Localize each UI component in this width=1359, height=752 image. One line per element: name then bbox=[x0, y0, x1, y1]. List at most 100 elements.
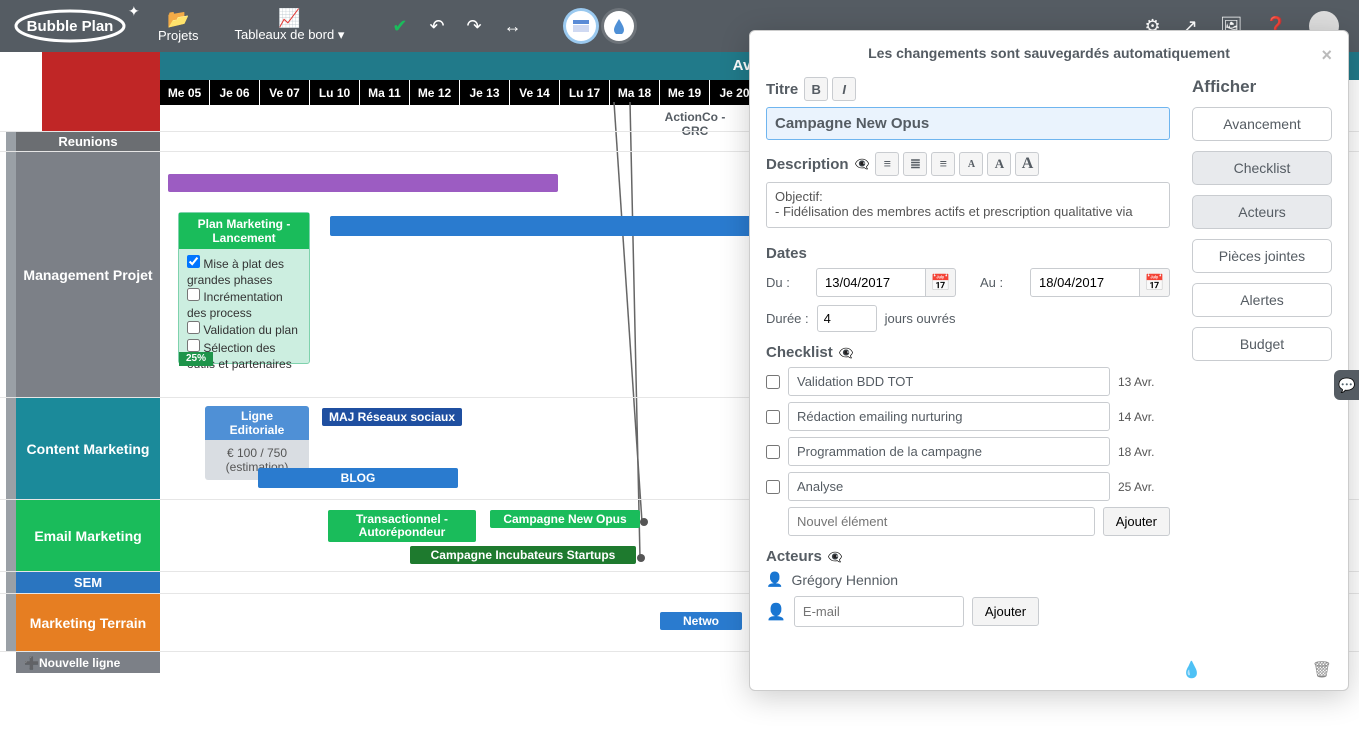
trash-icon[interactable]: 🗑 bbox=[1312, 660, 1332, 680]
checklist-checkbox[interactable] bbox=[766, 375, 780, 389]
day-cell[interactable]: Ma 11 bbox=[360, 80, 410, 105]
row-header-mgmt[interactable]: Management Projet bbox=[16, 152, 160, 397]
new-checklist-input[interactable] bbox=[788, 507, 1095, 536]
bar-incubateurs[interactable]: Campagne Incubateurs Startups bbox=[410, 546, 636, 564]
align-center-button[interactable]: ≣ bbox=[903, 152, 927, 176]
logo[interactable]: Bubble Plan ✦ bbox=[10, 6, 140, 46]
checklist-text[interactable]: Analyse bbox=[788, 472, 1110, 501]
day-cell[interactable]: Je 06 bbox=[210, 80, 260, 105]
bold-button[interactable]: B bbox=[804, 77, 828, 101]
row-handle[interactable] bbox=[6, 152, 16, 397]
fit-icon[interactable]: ↔ bbox=[504, 16, 522, 37]
side-btn-checklist[interactable]: Checklist bbox=[1192, 151, 1332, 185]
plan-item-1: Mise à plat des grandes phases bbox=[187, 257, 284, 287]
checklist-checkbox[interactable] bbox=[766, 480, 780, 494]
align-right-button[interactable]: ≡ bbox=[931, 152, 955, 176]
row-handle[interactable] bbox=[6, 594, 16, 651]
row-header-terrain[interactable]: Marketing Terrain bbox=[16, 594, 160, 651]
card-plan-marketing[interactable]: Plan Marketing -Lancement Mise à plat de… bbox=[178, 212, 310, 364]
side-btn-alertes[interactable]: Alertes bbox=[1192, 283, 1332, 317]
user-icon: 👤 bbox=[766, 602, 786, 622]
day-cell[interactable]: Lu 10 bbox=[310, 80, 360, 105]
date-to-input[interactable] bbox=[1030, 268, 1140, 297]
view-mode-drop[interactable] bbox=[604, 11, 634, 41]
description-textarea[interactable]: Objectif: - Fidélisation des membres act… bbox=[766, 182, 1170, 228]
side-btn-avancement[interactable]: Avancement bbox=[1192, 107, 1332, 141]
bar-blog[interactable]: BLOG bbox=[258, 468, 458, 488]
nav-projects[interactable]: 📂 Projets bbox=[140, 10, 216, 43]
nav-dashboards[interactable]: 📈 Tableaux de bord ▾ bbox=[216, 9, 362, 43]
side-title: Afficher bbox=[1192, 77, 1332, 97]
checklist-text[interactable]: Programmation de la campagne bbox=[788, 437, 1110, 466]
chart-icon: 📈 bbox=[278, 9, 300, 27]
align-left-button[interactable]: ≡ bbox=[875, 152, 899, 176]
redo-icon[interactable]: ↷ bbox=[467, 16, 482, 37]
calendar-icon[interactable]: 📅 bbox=[926, 268, 956, 297]
day-cell[interactable]: Ve 07 bbox=[260, 80, 310, 105]
side-btn-budget[interactable]: Budget bbox=[1192, 327, 1332, 361]
color-drop-icon[interactable]: 💧 bbox=[1182, 660, 1202, 680]
view-mode-calendar[interactable] bbox=[566, 11, 596, 41]
chat-tab-icon[interactable]: 💬 bbox=[1334, 370, 1359, 400]
bar-purple[interactable] bbox=[168, 174, 558, 192]
bar-networking[interactable]: Netwo bbox=[660, 612, 742, 630]
font-small-button[interactable]: A bbox=[959, 152, 983, 176]
add-checklist-button[interactable]: Ajouter bbox=[1103, 507, 1170, 536]
title-input[interactable] bbox=[766, 107, 1170, 140]
bar-campagne-opus[interactable]: Campagne New Opus bbox=[490, 510, 640, 528]
row-header-content[interactable]: Content Marketing bbox=[16, 398, 160, 499]
eye-hidden-icon[interactable]: 👁‍🗨 bbox=[855, 157, 870, 171]
close-icon[interactable]: × bbox=[1321, 45, 1332, 66]
to-label: Au : bbox=[980, 275, 1020, 290]
plan-item-3-check[interactable] bbox=[187, 321, 200, 334]
day-cell[interactable]: Je 13 bbox=[460, 80, 510, 105]
new-line-button[interactable]: ➕ Nouvelle ligne bbox=[16, 652, 160, 673]
italic-button[interactable]: I bbox=[832, 77, 856, 101]
undo-icon[interactable]: ↶ bbox=[429, 16, 444, 37]
day-cell[interactable]: Lu 17 bbox=[560, 80, 610, 105]
duration-input[interactable] bbox=[817, 305, 877, 332]
actors-label: Acteurs bbox=[766, 548, 822, 565]
bar-maj-reseaux[interactable]: MAJ Réseaux sociaux bbox=[322, 408, 462, 426]
plan-item-4-check[interactable] bbox=[187, 339, 200, 352]
folder-open-icon: 📂 bbox=[167, 10, 189, 28]
row-header-sem[interactable]: SEM bbox=[16, 572, 160, 593]
plan-item-2-check[interactable] bbox=[187, 288, 200, 301]
check-icon[interactable]: ✔ bbox=[392, 16, 407, 37]
title-label: Titre bbox=[766, 81, 798, 98]
row-header-email[interactable]: Email Marketing bbox=[16, 500, 160, 571]
row-handle[interactable] bbox=[6, 500, 16, 571]
font-med-button[interactable]: A bbox=[987, 152, 1011, 176]
side-btn-pièces-jointes[interactable]: Pièces jointes bbox=[1192, 239, 1332, 273]
day-cell[interactable]: Me 05 bbox=[160, 80, 210, 105]
checklist-row: Rédaction emailing nurturing14 Avr. bbox=[766, 402, 1170, 431]
add-actor-button[interactable]: Ajouter bbox=[972, 597, 1039, 626]
card-title: Plan Marketing -Lancement bbox=[179, 213, 309, 249]
row-handle[interactable] bbox=[6, 398, 16, 499]
checklist-text[interactable]: Rédaction emailing nurturing bbox=[788, 402, 1110, 431]
desc-label: Description bbox=[766, 156, 849, 173]
checklist-checkbox[interactable] bbox=[766, 445, 780, 459]
checklist-checkbox[interactable] bbox=[766, 410, 780, 424]
eye-hidden-icon[interactable]: 👁‍🗨 bbox=[828, 550, 843, 564]
plan-item-2: Incrémentation des process bbox=[187, 290, 283, 320]
font-large-button[interactable]: A bbox=[1015, 152, 1039, 176]
panel-autosave-text: Les changements sont sauvegardés automat… bbox=[868, 45, 1230, 61]
day-cell[interactable]: Ma 18 bbox=[610, 80, 660, 105]
checklist-date: 18 Avr. bbox=[1118, 445, 1170, 459]
day-cell[interactable]: Me 12 bbox=[410, 80, 460, 105]
date-from-input[interactable] bbox=[816, 268, 926, 297]
checklist-text[interactable]: Validation BDD TOT bbox=[788, 367, 1110, 396]
from-label: Du : bbox=[766, 275, 806, 290]
bar-transactionnel[interactable]: Transactionnel -Autorépondeur bbox=[328, 510, 476, 542]
row-header-reunions[interactable]: Reunions bbox=[16, 132, 160, 151]
plan-item-1-check[interactable] bbox=[187, 255, 200, 268]
row-handle[interactable] bbox=[6, 572, 16, 593]
calendar-icon[interactable]: 📅 bbox=[1140, 268, 1170, 297]
eye-hidden-icon[interactable]: 👁‍🗨 bbox=[839, 346, 854, 360]
day-cell[interactable]: Me 19 bbox=[660, 80, 710, 105]
actor-email-input[interactable] bbox=[794, 596, 964, 627]
row-handle[interactable] bbox=[6, 132, 16, 151]
day-cell[interactable]: Ve 14 bbox=[510, 80, 560, 105]
side-btn-acteurs[interactable]: Acteurs bbox=[1192, 195, 1332, 229]
